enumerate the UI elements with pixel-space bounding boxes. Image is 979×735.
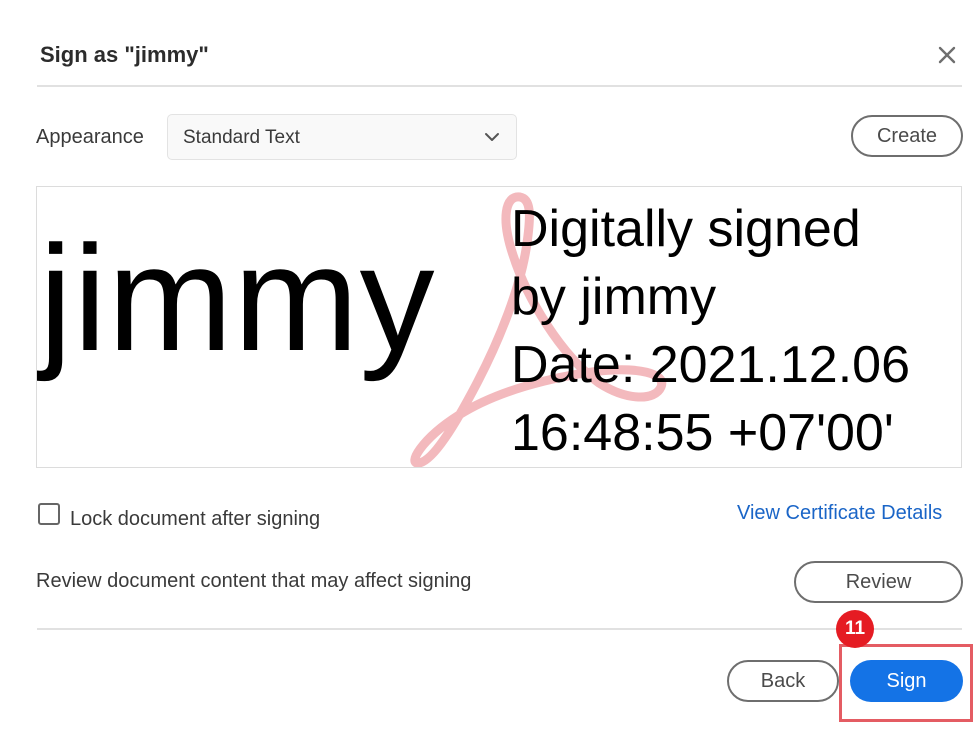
appearance-select[interactable]: Standard Text <box>167 114 517 160</box>
signature-detail-line: 16:48:55 +07'00' <box>511 404 894 462</box>
chevron-down-icon <box>485 133 499 141</box>
dialog-title: Sign as "jimmy" <box>40 42 209 67</box>
footer-divider <box>37 628 962 630</box>
signature-details: Digitally signed by jimmy Date: 2021.12.… <box>511 195 910 467</box>
view-certificate-link[interactable]: View Certificate Details <box>737 502 942 525</box>
create-button[interactable]: Create <box>851 115 963 157</box>
lock-document-checkbox[interactable] <box>38 503 60 525</box>
signature-detail-line: by jimmy <box>511 268 717 326</box>
back-button[interactable]: Back <box>727 660 839 702</box>
sign-button[interactable]: Sign <box>850 660 963 702</box>
signature-detail-line: Digitally signed <box>511 200 861 258</box>
lock-document-label: Lock document after signing <box>70 508 321 530</box>
signature-name: jimmy <box>39 214 436 382</box>
sign-dialog: Sign as "jimmy" Appearance Standard Text… <box>0 0 979 735</box>
review-description: Review document content that may affect … <box>36 570 472 592</box>
step-number-badge: 11 <box>836 610 874 648</box>
close-icon <box>938 46 956 64</box>
review-button[interactable]: Review <box>794 561 963 603</box>
close-button[interactable] <box>930 38 964 72</box>
header-divider <box>37 85 962 87</box>
signature-preview: jimmy Digitally signed by jimmy Date: 20… <box>36 186 962 468</box>
appearance-label: Appearance <box>36 126 144 148</box>
appearance-select-value: Standard Text <box>183 127 300 148</box>
signature-detail-line: Date: 2021.12.06 <box>511 336 910 394</box>
